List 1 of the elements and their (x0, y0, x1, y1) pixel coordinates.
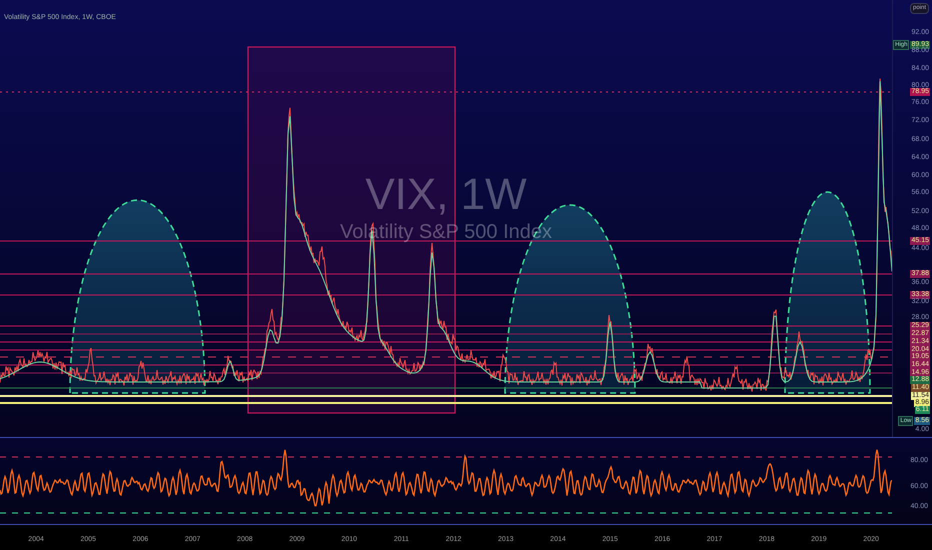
watermark-symbol: VIX, 1W (365, 170, 527, 220)
